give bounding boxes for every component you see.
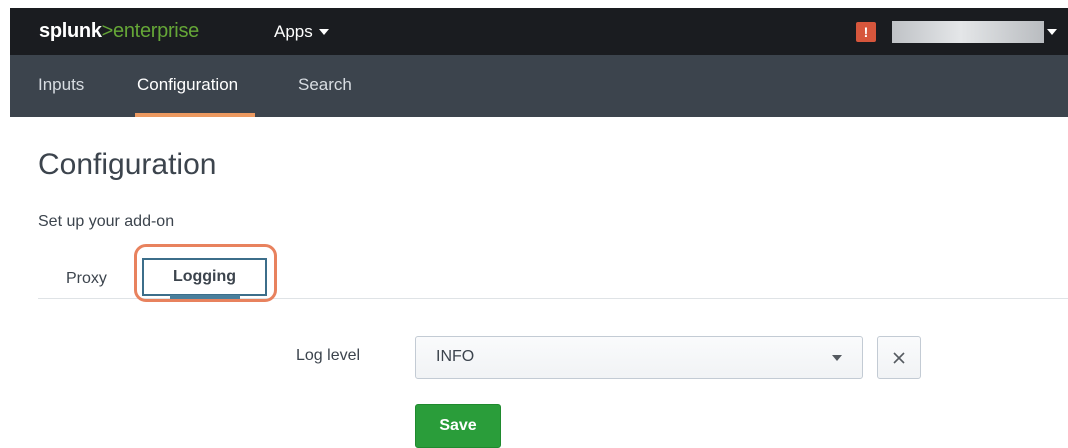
top-bar: splunk>enterprise Apps ! [10,8,1068,55]
apps-menu-label: Apps [274,22,313,41]
log-level-select[interactable]: INFO [415,336,863,379]
apps-menu[interactable]: Apps [274,22,329,42]
logo-brand: splunk [39,20,102,42]
page-title: Configuration [38,148,217,181]
chevron-down-icon[interactable] [1047,29,1057,35]
app-nav: Inputs Configuration Search [10,55,1068,117]
chevron-down-icon [832,355,842,361]
alert-icon[interactable]: ! [856,22,876,42]
user-menu[interactable] [892,21,1044,43]
tab-logging-label: Logging [172,268,237,285]
log-level-label: Log level [296,347,361,364]
logo-suffix: >enterprise [101,20,200,42]
nav-item-configuration[interactable]: Configuration [137,75,238,95]
splunk-logo[interactable]: splunk>enterprise [39,20,199,43]
tab-active-indicator [170,295,240,299]
page: splunk>enterprise Apps ! Inputs Configur… [10,8,1068,448]
chevron-down-icon [318,29,329,35]
nav-item-inputs[interactable]: Inputs [38,75,84,95]
nav-active-indicator [135,113,255,117]
tab-logging[interactable]: Logging [142,258,267,296]
page-subtitle: Set up your add-on [38,213,175,230]
close-icon [893,351,905,364]
clear-log-level-button[interactable] [877,336,921,379]
tab-proxy[interactable]: Proxy [66,270,107,288]
nav-item-search[interactable]: Search [298,75,352,95]
save-button[interactable]: Save [415,404,501,448]
log-level-value: INFO [436,348,475,365]
